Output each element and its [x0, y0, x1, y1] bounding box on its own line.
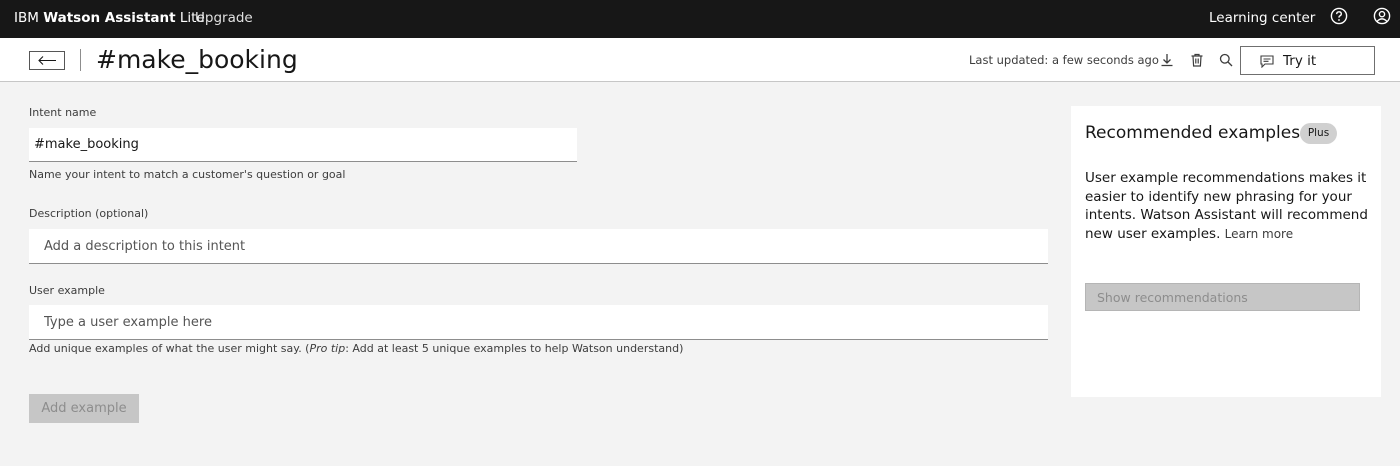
show-recommendations-button[interactable]: Show recommendations [1085, 283, 1360, 311]
arrow-left-icon [38, 56, 56, 65]
intent-name-label: Intent name [29, 106, 97, 119]
plus-plan-badge: Plus [1300, 123, 1337, 144]
description-label: Description (optional) [29, 207, 149, 220]
upgrade-link[interactable]: Upgrade [195, 10, 253, 26]
trash-icon[interactable] [1189, 52, 1205, 68]
add-example-button[interactable]: Add example [29, 394, 139, 423]
recommended-examples-title: Recommended examples [1085, 123, 1301, 143]
last-updated-status: Last updated: a few seconds ago [969, 53, 1159, 67]
recommended-examples-panel: Recommended examples Plus User example r… [1071, 106, 1381, 397]
learn-more-link[interactable]: Learn more [1225, 227, 1293, 241]
product-brand[interactable]: IBM Watson Assistant Lite [14, 10, 205, 26]
recommended-description: User example recommendations makes it ea… [1085, 169, 1369, 243]
page-title: #make_booking [96, 45, 298, 74]
header-divider [80, 49, 81, 71]
help-circle-icon[interactable] [1330, 7, 1348, 25]
chat-icon [1260, 55, 1274, 68]
user-example-input[interactable] [29, 305, 1048, 340]
brand-product-name: Watson Assistant [43, 10, 176, 26]
user-avatar-icon[interactable] [1373, 7, 1391, 25]
try-it-button[interactable]: Try it [1240, 46, 1375, 75]
description-input[interactable] [29, 229, 1048, 264]
helper-text-after: : Add at least 5 unique examples to help… [345, 342, 684, 355]
brand-ibm: IBM [14, 10, 39, 26]
intent-header: #make_booking Last updated: a few second… [0, 38, 1400, 82]
download-icon[interactable] [1159, 52, 1175, 68]
learning-center-link[interactable]: Learning center [1209, 10, 1315, 26]
search-icon[interactable] [1218, 52, 1234, 68]
intent-name-helper: Name your intent to match a customer's q… [29, 168, 346, 181]
back-button[interactable] [29, 51, 65, 70]
helper-pro-tip: Pro tip [309, 342, 346, 355]
top-nav-bar: IBM Watson Assistant Lite Upgrade Learni… [0, 0, 1400, 38]
try-it-label: Try it [1283, 53, 1317, 69]
user-example-label: User example [29, 284, 105, 297]
helper-text-before: Add unique examples of what the user mig… [29, 342, 310, 355]
intent-name-input[interactable] [29, 128, 577, 162]
user-example-helper: Add unique examples of what the user mig… [29, 342, 683, 355]
